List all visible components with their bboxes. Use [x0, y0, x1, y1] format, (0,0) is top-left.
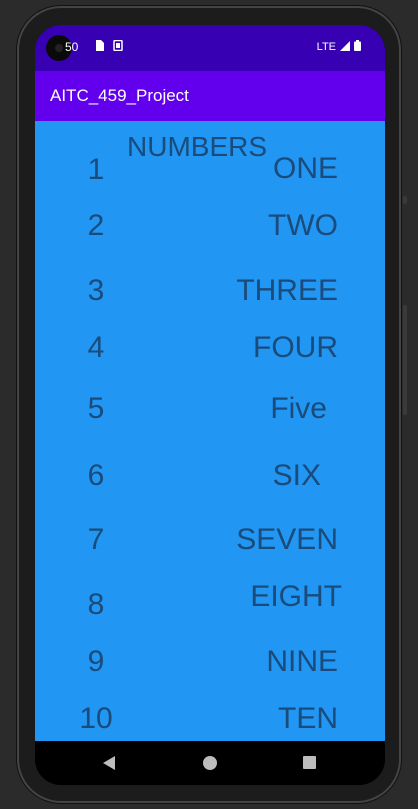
word-cell: SIX: [272, 459, 321, 492]
app-title: AITC_459_Project: [50, 86, 189, 105]
recents-icon[interactable]: [300, 753, 320, 773]
status-time: 50: [65, 40, 79, 54]
word-cell: THREE: [236, 274, 338, 307]
volume-button: [403, 196, 407, 204]
numbers-content: NUMBERS 1 ONE 2 TWO 3 THREE 4 FOUR 5 Fiv…: [35, 121, 385, 741]
power-button: [403, 305, 407, 415]
number-cell: 3: [87, 274, 105, 307]
word-cell: FOUR: [253, 331, 338, 364]
network-label: LTE: [316, 41, 336, 53]
battery-icon: [354, 40, 361, 54]
number-cell: 2: [87, 209, 105, 242]
word-cell: TWO: [268, 209, 338, 242]
sync-icon: [113, 39, 123, 54]
number-cell: 6: [87, 459, 105, 492]
device-screen: 50 LTE AITC_459_Project NUMBERS 1 ONE 2 …: [35, 25, 385, 785]
home-icon[interactable]: [200, 753, 220, 773]
word-cell: EIGHT: [250, 580, 342, 613]
number-cell: 9: [87, 645, 105, 678]
navigation-bar: [35, 741, 385, 785]
number-cell: 10: [79, 702, 113, 735]
back-icon[interactable]: [99, 753, 119, 773]
number-cell: 8: [87, 588, 105, 621]
sim-card-icon: [94, 40, 104, 54]
word-cell: ONE: [272, 152, 338, 185]
number-cell: 7: [87, 523, 105, 556]
word-cell: TEN: [278, 702, 338, 735]
number-cell: 1: [87, 153, 105, 186]
status-right-group: LTE: [317, 40, 361, 54]
app-bar: AITC_459_Project: [35, 71, 385, 121]
number-cell: 4: [87, 331, 105, 364]
word-cell: NINE: [266, 645, 338, 678]
numbers-heading: NUMBERS: [127, 131, 268, 162]
status-bar: 50 LTE: [35, 25, 385, 71]
word-cell: SEVEN: [236, 523, 338, 556]
number-cell: 5: [87, 392, 105, 425]
signal-icon: [340, 40, 350, 54]
word-cell: Five: [270, 392, 327, 425]
